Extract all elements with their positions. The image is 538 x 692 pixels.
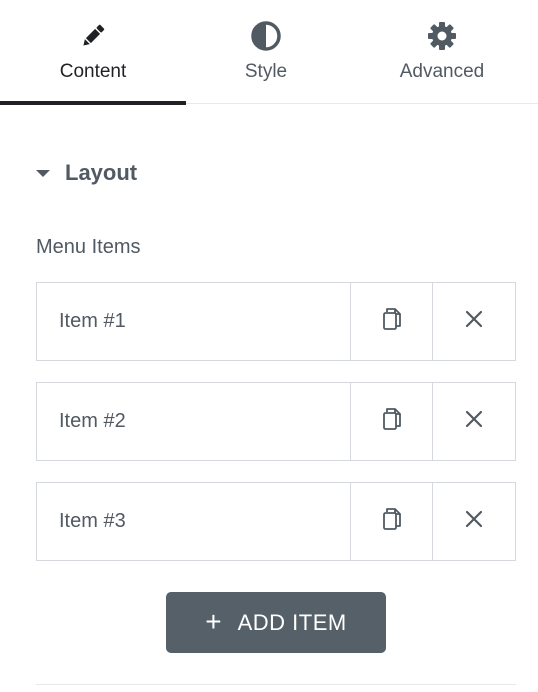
- tab-advanced-label: Advanced: [399, 61, 485, 82]
- repeater-item: Item #3: [36, 482, 516, 561]
- add-item-button[interactable]: + ADD ITEM: [166, 592, 386, 653]
- section-title: Layout: [65, 160, 138, 185]
- add-item-label: ADD ITEM: [237, 609, 347, 635]
- gear-icon: [426, 20, 458, 52]
- close-icon: [464, 309, 484, 334]
- repeater-item: Item #1: [36, 282, 516, 361]
- panel-tabs: Content Style Advanced: [0, 0, 538, 105]
- repeater-item-title[interactable]: Item #2: [37, 383, 351, 460]
- tab-style-label: Style: [244, 61, 288, 82]
- caret-down-icon: [36, 169, 50, 177]
- duplicate-button[interactable]: [351, 383, 433, 460]
- tab-advanced[interactable]: Advanced: [346, 0, 538, 104]
- remove-button[interactable]: [433, 283, 515, 360]
- tab-style[interactable]: Style: [186, 0, 346, 104]
- contrast-icon: [250, 20, 282, 52]
- layout-section-toggle[interactable]: Layout: [36, 160, 137, 186]
- remove-button[interactable]: [433, 383, 515, 460]
- copy-icon: [381, 307, 403, 336]
- duplicate-button[interactable]: [351, 283, 433, 360]
- pencil-icon: [77, 20, 109, 52]
- repeater-item-title[interactable]: Item #1: [37, 283, 351, 360]
- tab-content[interactable]: Content: [0, 0, 186, 105]
- plus-icon: +: [205, 605, 222, 637]
- copy-icon: [381, 407, 403, 436]
- repeater-item: Item #2: [36, 382, 516, 461]
- tab-content-label: Content: [59, 61, 127, 82]
- duplicate-button[interactable]: [351, 483, 433, 560]
- remove-button[interactable]: [433, 483, 515, 560]
- repeater-item-title[interactable]: Item #3: [37, 483, 351, 560]
- menu-items-label: Menu Items: [36, 236, 141, 258]
- close-icon: [464, 509, 484, 534]
- close-icon: [464, 409, 484, 434]
- copy-icon: [381, 507, 403, 536]
- section-divider: [36, 684, 516, 685]
